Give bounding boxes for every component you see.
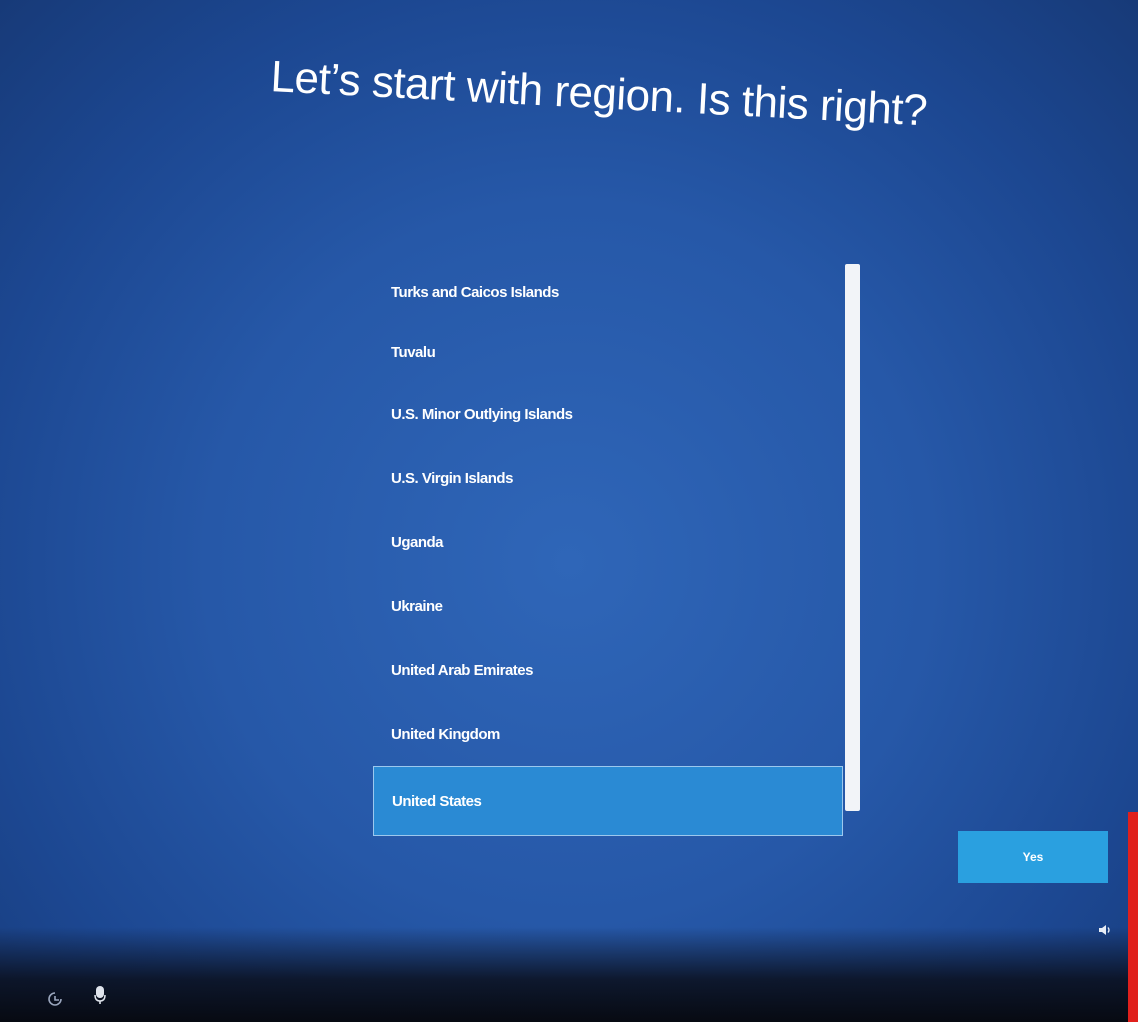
list-item-label: Ukraine [391,597,443,615]
list-item-label: U.S. Minor Outlying Islands [391,405,573,423]
list-item[interactable]: United Arab Emirates [373,640,843,700]
list-item-label: United Arab Emirates [391,661,534,679]
list-item[interactable]: Ukraine [373,576,843,636]
oobe-screen: Let’s start with region. Is this right? … [0,0,1138,1022]
ease-of-access-icon[interactable] [46,990,64,1008]
list-item-label: Tuvalu [391,343,436,361]
list-item[interactable]: United Kingdom [373,704,843,764]
list-item-label: U.S. Virgin Islands [391,469,513,487]
list-item-label: Uganda [391,533,444,551]
page-title: Let’s start with region. Is this right? [269,52,929,136]
volume-icon[interactable] [1097,922,1113,938]
list-item-label: United States [392,792,482,810]
region-list[interactable]: Turks and Caicos Islands Tuvalu U.S. Min… [373,262,863,842]
list-item-selected[interactable]: United States [373,766,843,836]
list-scrollbar[interactable] [845,264,860,811]
microphone-icon[interactable] [92,985,108,1005]
list-item[interactable]: Tuvalu [373,322,843,382]
list-item[interactable]: U.S. Virgin Islands [373,448,843,508]
red-edge-strip [1128,812,1138,1022]
list-item[interactable]: Uganda [373,512,843,572]
list-item-label: Turks and Caicos Islands [391,283,559,301]
yes-button[interactable]: Yes [958,831,1108,883]
list-item[interactable]: U.S. Minor Outlying Islands [373,384,843,444]
list-item[interactable]: Turks and Caicos Islands [373,262,843,322]
list-item-label: United Kingdom [391,725,500,743]
